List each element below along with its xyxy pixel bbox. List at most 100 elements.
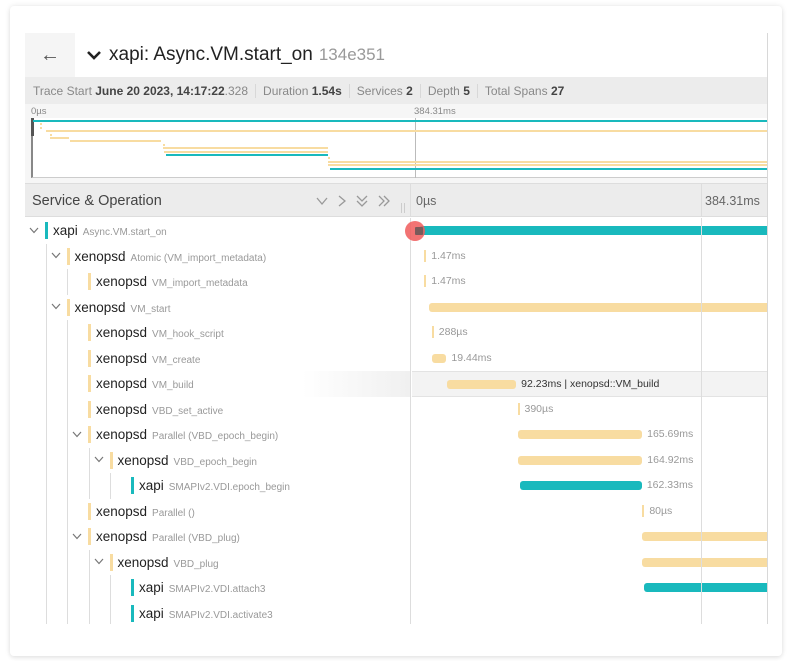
span-bar[interactable] (519, 481, 642, 490)
span-bar[interactable] (424, 275, 427, 287)
span-bar[interactable] (419, 226, 767, 235)
collapse-all-icon[interactable] (356, 195, 368, 207)
span-row[interactable]: xapi SMAPIv2.VDI.attach3 (25, 575, 767, 601)
tree-guide-line (88, 575, 90, 601)
span-timeline-cell[interactable]: 80µs (412, 499, 767, 525)
span-row[interactable]: xenopsd Parallel () 80µs (25, 498, 767, 525)
tree-guide-line (45, 498, 47, 524)
span-label[interactable]: xenopsd VBD_plug (118, 555, 219, 570)
expand-one-icon[interactable] (338, 195, 346, 207)
span-row[interactable]: xenopsd VBD_plug (25, 549, 767, 576)
span-label[interactable]: xenopsd Atomic (VM_import_metadata) (75, 249, 267, 264)
span-label[interactable]: xenopsd VM_start (75, 300, 171, 315)
span-timeline-cell[interactable] (412, 575, 767, 601)
span-bar[interactable] (643, 583, 767, 592)
span-label[interactable]: xenopsd VM_create (96, 351, 200, 366)
trace-minimap[interactable]: 0µs 384.31ms (25, 104, 767, 184)
span-timeline-cell[interactable]: 19.44ms (412, 346, 767, 372)
span-timeline-cell[interactable] (412, 524, 767, 550)
column-resize-handle[interactable] (401, 203, 405, 213)
span-row[interactable]: xenopsd Parallel (VBD_plug) (25, 524, 767, 550)
span-bar[interactable] (428, 302, 767, 312)
span-name-cell[interactable]: xenopsd Parallel (VBD_plug) (25, 524, 411, 550)
span-name-cell[interactable]: xenopsd VM_build (25, 371, 411, 397)
span-label[interactable]: xenopsd VM_build (96, 376, 194, 391)
span-label[interactable]: xapi Async.VM.start_on (53, 223, 167, 238)
span-bar[interactable] (642, 557, 767, 567)
tree-guide-line (45, 294, 47, 320)
span-name-cell[interactable]: xenopsd VM_hook_script (25, 320, 411, 346)
span-timeline-cell[interactable] (412, 218, 767, 244)
span-row[interactable]: xenopsd VBD_epoch_begin 164.92ms (25, 447, 767, 474)
span-row[interactable]: xenopsd Atomic (VM_import_metadata) 1.47ms (25, 243, 767, 270)
span-label[interactable]: xenopsd VBD_epoch_begin (118, 453, 257, 468)
span-timeline-cell[interactable] (412, 601, 767, 625)
span-label[interactable]: xenopsd VBD_set_active (96, 402, 223, 417)
span-name-cell[interactable]: xenopsd Parallel () (25, 498, 411, 524)
span-timeline-cell[interactable]: 164.92ms (412, 448, 767, 474)
span-label[interactable]: xenopsd VM_import_metadata (96, 274, 248, 289)
span-timeline-cell[interactable] (412, 295, 767, 321)
span-bar[interactable] (446, 380, 517, 389)
span-row[interactable]: xenopsd VM_build 92.23ms | xenopsd::VM_bui… (25, 371, 767, 397)
span-name-cell[interactable]: xapi Async.VM.start_on (25, 218, 411, 244)
chevron-down-icon[interactable] (85, 46, 103, 64)
expand-all-icon[interactable] (378, 195, 390, 207)
selection-marker[interactable] (405, 221, 425, 241)
service-name: xenopsd (96, 274, 148, 289)
span-row[interactable]: xenopsd VM_hook_script 288µs (25, 320, 767, 346)
span-label[interactable]: xapi SMAPIv2.VDI.activate3 (139, 606, 273, 621)
span-name-cell[interactable]: xenopsd VBD_epoch_begin (25, 447, 411, 473)
span-timeline-cell[interactable]: 162.33ms (412, 473, 767, 499)
span-name-cell[interactable]: xenopsd VM_create (25, 345, 411, 371)
span-bar[interactable] (518, 455, 643, 465)
span-timeline-cell[interactable]: 92.23ms | xenopsd::VM_build (412, 371, 767, 397)
span-bar[interactable] (424, 249, 427, 262)
chevron-down-icon[interactable] (71, 530, 83, 542)
span-bar[interactable] (642, 504, 645, 517)
span-name-cell[interactable]: xenopsd Parallel (VBD_epoch_begin) (25, 422, 411, 448)
span-row[interactable]: xenopsd VM_create 19.44ms (25, 345, 767, 372)
span-row[interactable]: xenopsd Parallel (VBD_epoch_begin) 165.69m… (25, 422, 767, 448)
span-bar[interactable] (431, 353, 447, 363)
span-name-cell[interactable]: xenopsd VM_start (25, 294, 411, 320)
span-name-cell[interactable]: xenopsd Atomic (VM_import_metadata) (25, 243, 411, 269)
chevron-down-icon[interactable] (50, 250, 62, 262)
span-timeline-cell[interactable] (412, 550, 767, 576)
span-name-cell[interactable]: xapi SMAPIv2.VDI.epoch_begin (25, 473, 411, 499)
span-row[interactable]: xenopsd VBD_set_active 390µs (25, 396, 767, 423)
span-label[interactable]: xenopsd Parallel () (96, 504, 195, 519)
chevron-down-icon[interactable] (71, 428, 83, 440)
span-label[interactable]: xapi SMAPIv2.VDI.attach3 (139, 580, 265, 595)
span-label[interactable]: xenopsd Parallel (VBD_plug) (96, 529, 240, 544)
chevron-down-icon[interactable] (28, 224, 40, 236)
span-bar[interactable] (642, 532, 767, 541)
chevron-down-icon[interactable] (93, 454, 105, 466)
back-button[interactable]: ← (25, 33, 75, 77)
span-bar[interactable] (517, 430, 643, 439)
span-label[interactable]: xapi SMAPIv2.VDI.epoch_begin (139, 478, 290, 493)
span-row[interactable]: xapi Async.VM.start_on (25, 218, 767, 244)
chevron-down-icon[interactable] (93, 556, 105, 568)
span-name-cell[interactable]: xenopsd VBD_plug (25, 549, 411, 575)
span-timeline-cell[interactable]: 165.69ms (412, 422, 767, 448)
span-row[interactable]: xenopsd VM_start (25, 294, 767, 321)
span-row[interactable]: xenopsd VM_import_metadata 1.47ms (25, 269, 767, 295)
span-name-cell[interactable]: xenopsd VBD_set_active (25, 396, 411, 422)
span-bar[interactable] (517, 402, 520, 415)
span-bar[interactable] (431, 326, 434, 338)
span-timeline-cell[interactable]: 390µs (412, 397, 767, 423)
minimap-canvas[interactable] (31, 118, 767, 178)
span-label[interactable]: xenopsd Parallel (VBD_epoch_begin) (96, 427, 278, 442)
chevron-down-icon[interactable] (50, 301, 62, 313)
span-row[interactable]: xapi SMAPIv2.VDI.activate3 (25, 600, 767, 625)
span-name-cell[interactable]: xenopsd VM_import_metadata (25, 269, 411, 295)
collapse-one-icon[interactable] (316, 196, 328, 206)
span-timeline-cell[interactable]: 288µs (412, 320, 767, 346)
span-timeline-cell[interactable]: 1.47ms (412, 269, 767, 295)
span-label[interactable]: xenopsd VM_hook_script (96, 325, 224, 340)
span-name-cell[interactable]: xapi SMAPIv2.VDI.attach3 (25, 575, 411, 601)
span-timeline-cell[interactable]: 1.47ms (412, 244, 767, 270)
span-row[interactable]: xapi SMAPIv2.VDI.epoch_begin 162.33ms (25, 473, 767, 499)
span-name-cell[interactable]: xapi SMAPIv2.VDI.activate3 (25, 600, 411, 624)
